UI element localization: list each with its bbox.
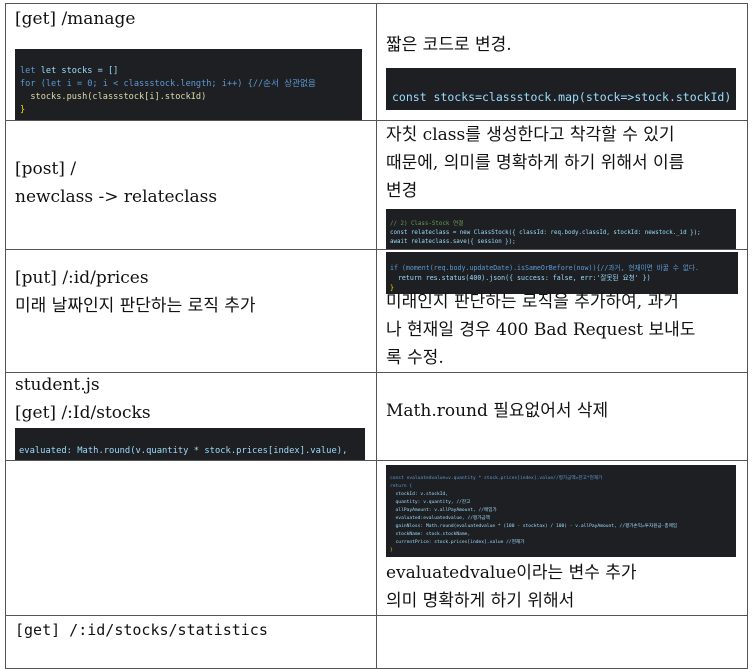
route-title: [get] /manage [15, 9, 136, 29]
change-note: 미래 날짜인지 판단하는 로직 추가 [15, 296, 256, 316]
change-note-line: 의미 명확하게 하기 위해서 [386, 591, 575, 611]
table-cell: if (moment(req.body.updateDate).isSameOr… [376, 249, 748, 373]
code-snippet: let let stocks = [] for (let i = 0; i < … [15, 49, 362, 120]
table-row: student.js [get] /:Id/stocks evaluated: … [5, 372, 748, 461]
change-note-line: 록 수정. [386, 348, 444, 368]
change-note-line: 미래인지 판단하는 로직을 추가하여, 과거 [386, 292, 679, 312]
change-note-line: 나 현재일 경우 400 Bad Request 보내도 [386, 320, 696, 340]
code-snippet: const stocks=classstock.map(stock=>stock… [386, 68, 736, 110]
table-cell: student.js [get] /:Id/stocks evaluated: … [5, 372, 377, 461]
table-cell: [post] / newclass -> relateclass [5, 120, 377, 250]
table-cell: 짧은 코드로 변경. const stocks=classstock.map(s… [376, 3, 748, 121]
table-cell [5, 460, 377, 616]
table-row: [get] /:id/stocks/statistics [5, 615, 748, 669]
table-row: [get] /manage let let stocks = [] for (l… [5, 3, 748, 121]
code-snippet: evaluated: Math.round(v.quantity * stock… [15, 428, 365, 460]
table-cell: [get] /:id/stocks/statistics [5, 615, 377, 669]
change-note-line: 변경 [386, 181, 418, 201]
change-note: Math.round 필요없어서 삭제 [386, 401, 609, 421]
table-cell: [put] /:id/prices 미래 날짜인지 판단하는 로직 추가 [5, 249, 377, 373]
table-cell [376, 615, 748, 669]
table-cell: 자칫 class를 생성한다고 착각할 수 있기 때문에, 의미를 명확하게 하… [376, 120, 748, 250]
table-row: [post] / newclass -> relateclass 자칫 clas… [5, 120, 748, 250]
table-cell: Math.round 필요없어서 삭제 [376, 372, 748, 461]
change-note: 짧은 코드로 변경. [386, 35, 512, 55]
file-name: student.js [15, 375, 100, 395]
change-note-line: 자칫 class를 생성한다고 착각할 수 있기 [386, 125, 675, 145]
route-title: [post] / [15, 159, 77, 179]
rename-note: newclass -> relateclass [15, 187, 218, 207]
route-title: [put] /:id/prices [15, 268, 149, 288]
table-row: [put] /:id/prices 미래 날짜인지 판단하는 로직 추가 if … [5, 249, 748, 373]
notes-table: [get] /manage let let stocks = [] for (l… [5, 3, 748, 669]
route-title: [get] /:id/stocks/statistics [15, 621, 268, 639]
table-cell: const evaluatedvalue=v.quantity * stock.… [376, 460, 748, 616]
code-snippet: // 2) Class-Stock 연결 const relateclass =… [386, 209, 736, 249]
table-row: const evaluatedvalue=v.quantity * stock.… [5, 460, 748, 616]
code-snippet: const evaluatedvalue=v.quantity * stock.… [386, 465, 736, 557]
table-cell: [get] /manage let let stocks = [] for (l… [5, 3, 377, 121]
route-title: [get] /:Id/stocks [15, 403, 151, 423]
change-note-line: evaluatedvalue이라는 변수 추가 [386, 563, 637, 583]
change-note-line: 때문에, 의미를 명확하게 하기 위해서 이름 [386, 153, 685, 173]
